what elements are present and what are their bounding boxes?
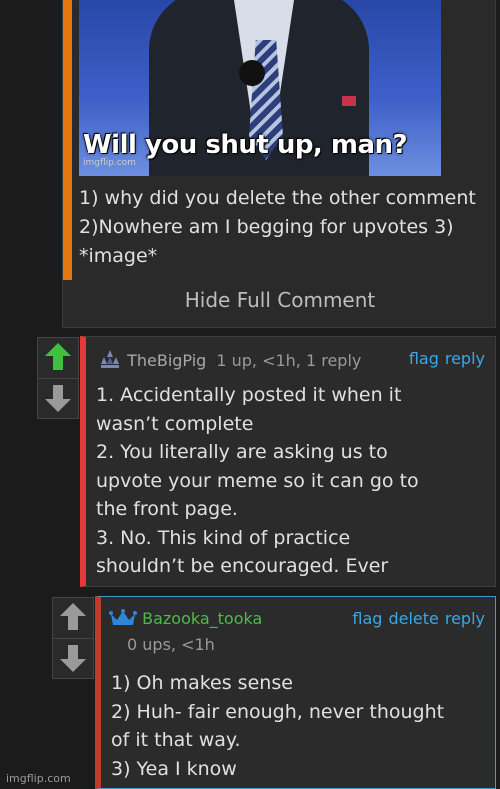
comment-header: TheBigPig 1 up, <1h, 1 reply xyxy=(98,349,361,370)
imgflip-watermark: imgflip.com xyxy=(6,772,71,785)
comment-meta: 1 up, <1h, 1 reply xyxy=(216,351,362,370)
up-arrow-icon xyxy=(45,343,71,370)
username[interactable]: TheBigPig xyxy=(127,351,206,370)
upvote-button[interactable] xyxy=(53,598,93,638)
comment-1: Will you shut up, man? imgflip.com 1) wh… xyxy=(62,0,496,328)
flag-link[interactable]: flag xyxy=(352,609,382,628)
comment-line: wasn’t complete xyxy=(96,412,254,435)
downvote-button[interactable] xyxy=(38,378,78,418)
meme-watermark: imgflip.com xyxy=(83,158,136,168)
user-rank-icon xyxy=(101,350,119,368)
comment-accent-bar xyxy=(63,0,72,280)
downvote-button[interactable] xyxy=(53,638,93,678)
comment-line: the front page. xyxy=(96,498,238,520)
meme-image[interactable]: Will you shut up, man? imgflip.com xyxy=(79,0,441,176)
comment-line: 1) Oh makes sense xyxy=(111,672,293,694)
comment-line: shouldn’t be encouraged. Ever xyxy=(96,555,389,577)
comment-line: 2. You literally are asking us to xyxy=(96,441,388,463)
comment-body: 1. Accidentally posted it when it wasn’t… xyxy=(96,381,491,581)
comment-header: Bazooka_tooka xyxy=(109,609,262,628)
comment-line: 1. Accidentally posted it when it xyxy=(96,384,402,406)
crown-icon xyxy=(109,609,137,625)
comment-3: Bazooka_tooka flag delete reply 0 ups, <1h… xyxy=(95,596,496,789)
delete-link[interactable]: delete xyxy=(388,609,438,628)
comment-body: 1) Oh makes sense 2) Huh- fair enough, n… xyxy=(111,669,491,783)
comment-line: upvote your meme so it can go to xyxy=(96,469,419,492)
meme-caption: Will you shut up, man? xyxy=(83,130,408,160)
vote-box-comment-3 xyxy=(52,597,94,679)
upvote-button[interactable] xyxy=(38,338,78,378)
username[interactable]: Bazooka_tooka xyxy=(142,609,262,628)
reply-link[interactable]: reply xyxy=(445,349,485,368)
comment-body: 1) why did you delete the other comment … xyxy=(79,187,476,267)
vote-box-comment-2 xyxy=(37,337,79,419)
down-arrow-icon xyxy=(45,385,71,412)
up-arrow-icon xyxy=(60,603,86,630)
comment-meta: 0 ups, <1h xyxy=(127,635,215,654)
comment-line: of it that way. xyxy=(111,729,241,751)
down-arrow-icon xyxy=(60,645,86,672)
meme-flag-pin xyxy=(342,96,356,106)
comment-actions: flag delete reply xyxy=(346,609,485,628)
comment-line: 2) Huh- fair enough, never thought xyxy=(111,700,445,723)
meme-microphone xyxy=(239,60,265,86)
reply-link[interactable]: reply xyxy=(445,609,485,628)
comment-line: 3. No. This kind of practice xyxy=(96,526,351,549)
hide-full-comment-button[interactable]: Hide Full Comment xyxy=(63,288,497,312)
comment-2: TheBigPig 1 up, <1h, 1 reply flag reply 1.… xyxy=(80,336,496,587)
flag-link[interactable]: flag xyxy=(409,349,439,368)
comment-actions: flag reply xyxy=(403,349,485,368)
comment-line: 3) Yea I know xyxy=(111,757,237,780)
